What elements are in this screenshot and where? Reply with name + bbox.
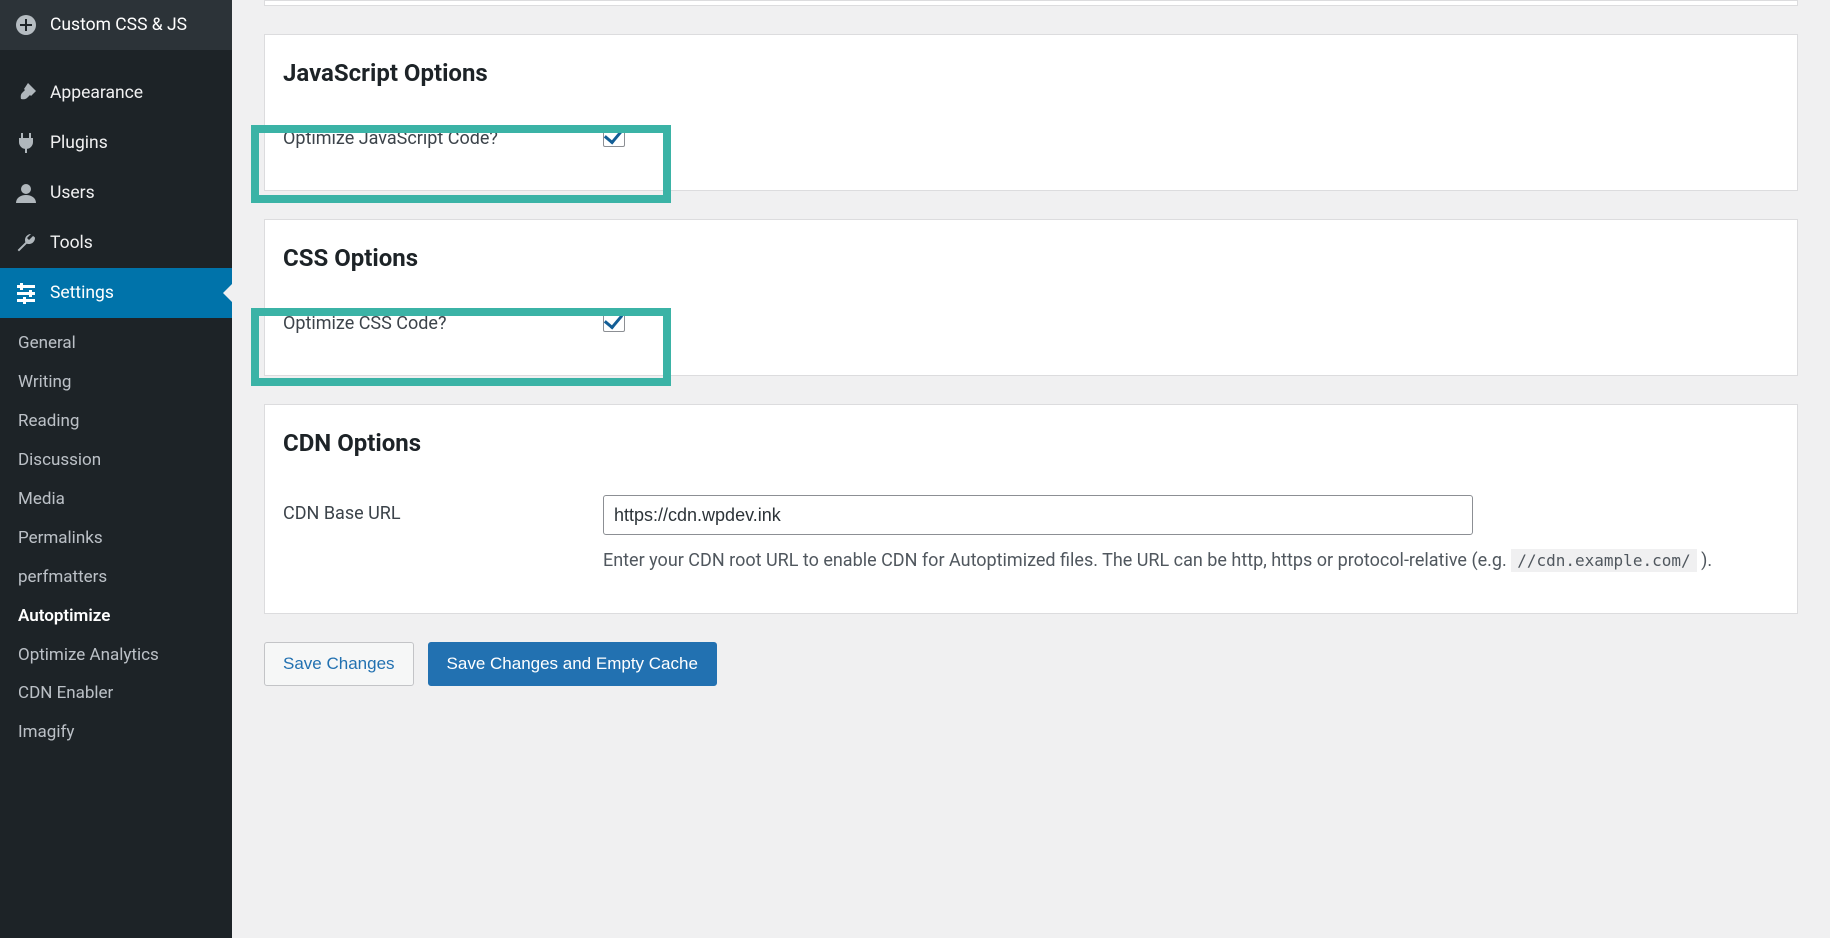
admin-sidebar: Custom CSS & JS Appearance Plugins Users… [0,0,232,938]
submenu-item-optimize-analytics[interactable]: Optimize Analytics [0,636,232,675]
sidebar-item-appearance[interactable]: Appearance [0,68,232,118]
submenu-item-perfmatters[interactable]: perfmatters [0,558,232,597]
sidebar-item-tools[interactable]: Tools [0,218,232,268]
cdn-base-url-label: CDN Base URL [283,495,603,524]
optimize-js-label: Optimize JavaScript Code? [283,128,603,149]
js-options-title: JavaScript Options [283,59,1779,87]
sidebar-item-label: Appearance [50,83,143,103]
submenu-item-permalinks[interactable]: Permalinks [0,519,232,558]
sidebar-item-label: Tools [50,233,93,253]
content-area: JavaScript Options Optimize JavaScript C… [232,0,1830,938]
wrench-icon [12,231,40,255]
optimize-js-checkbox[interactable] [603,125,625,147]
plus-circle-icon [12,13,40,37]
cdn-desc-part2: ). [1697,550,1712,571]
admin-menu: Custom CSS & JS Appearance Plugins Users… [0,0,232,764]
submenu-item-discussion[interactable]: Discussion [0,441,232,480]
cdn-options-title: CDN Options [283,429,1779,457]
optimize-js-row: Optimize JavaScript Code? [283,115,1779,162]
submenu-item-writing[interactable]: Writing [0,363,232,402]
cdn-options-card: CDN Options CDN Base URL Enter your CDN … [264,404,1798,614]
submenu-item-reading[interactable]: Reading [0,402,232,441]
submenu-item-autoptimize[interactable]: Autoptimize [0,597,232,636]
cdn-desc-code: //cdn.example.com/ [1511,549,1696,572]
save-empty-cache-button[interactable]: Save Changes and Empty Cache [428,642,717,686]
cdn-base-url-row: CDN Base URL Enter your CDN root URL to … [283,485,1779,585]
cdn-base-url-input[interactable] [603,495,1473,535]
plug-icon [12,131,40,155]
css-options-title: CSS Options [283,244,1779,272]
sidebar-item-label: Plugins [50,133,108,153]
optimize-css-checkbox[interactable] [603,310,625,332]
submenu-item-media[interactable]: Media [0,480,232,519]
sidebar-item-label: Settings [50,283,114,303]
sidebar-item-label: Users [50,183,95,203]
user-icon [12,181,40,205]
cdn-base-url-description: Enter your CDN root URL to enable CDN fo… [603,547,1779,575]
sidebar-item-customcssjs[interactable]: Custom CSS & JS [0,0,232,50]
sidebar-item-plugins[interactable]: Plugins [0,118,232,168]
submenu-item-imagify[interactable]: Imagify [0,713,232,752]
css-options-card: CSS Options Optimize CSS Code? [264,219,1798,376]
brush-icon [12,81,40,105]
save-button[interactable]: Save Changes [264,642,414,686]
js-options-card: JavaScript Options Optimize JavaScript C… [264,34,1798,191]
cdn-desc-part1: Enter your CDN root URL to enable CDN fo… [603,550,1511,571]
submenu-item-general[interactable]: General [0,324,232,363]
sliders-icon [12,281,40,305]
submenu-item-cdn-enabler[interactable]: CDN Enabler [0,674,232,713]
sidebar-item-label: Custom CSS & JS [50,15,187,35]
optimize-css-row: Optimize CSS Code? [283,300,1779,347]
submit-row: Save Changes Save Changes and Empty Cach… [264,642,1798,686]
sidebar-item-settings[interactable]: Settings [0,268,232,318]
settings-submenu: General Writing Reading Discussion Media… [0,318,232,764]
sidebar-item-users[interactable]: Users [0,168,232,218]
optimize-css-label: Optimize CSS Code? [283,313,603,334]
card-stub-top [264,0,1798,6]
